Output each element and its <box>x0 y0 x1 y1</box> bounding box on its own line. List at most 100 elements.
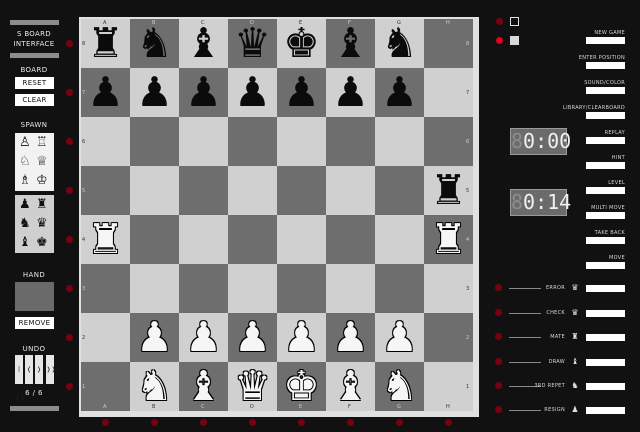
black-queen-icon[interactable]: ♛ <box>228 19 277 68</box>
undo-first-button[interactable]: |❬❬ <box>15 355 25 402</box>
square-b4[interactable] <box>130 215 179 264</box>
spawn-black-pawn-icon[interactable]: ♟ <box>19 198 31 211</box>
black-pawn-icon[interactable]: ♟ <box>81 68 130 117</box>
black-bishop-icon[interactable]: ♝ <box>326 19 375 68</box>
black-pawn-icon[interactable]: ♟ <box>375 68 424 117</box>
control-button-library-clearboard[interactable] <box>586 112 625 119</box>
white-pawn-icon[interactable]: ♟ <box>326 313 375 362</box>
spawn-white-queen-icon[interactable]: ♕ <box>36 155 48 168</box>
left-bottom-bar <box>10 406 59 411</box>
square-e3[interactable] <box>277 264 326 313</box>
rank-label-5: 5 <box>82 188 86 194</box>
square-b5[interactable] <box>130 166 179 215</box>
app-title-line2: INTERFACE <box>13 40 55 48</box>
square-e5[interactable] <box>277 166 326 215</box>
remove-button[interactable]: REMOVE <box>15 317 54 329</box>
event-label-check: CHECK <box>546 310 565 316</box>
black-pawn-icon[interactable]: ♟ <box>130 68 179 117</box>
file-label-h: H <box>446 404 450 410</box>
white-pawn-icon[interactable]: ♟ <box>277 313 326 362</box>
square-d5[interactable] <box>228 166 277 215</box>
spawn-white-knight-icon[interactable]: ♘ <box>19 155 31 168</box>
rank-led <box>66 138 73 145</box>
spawn-black-bishop-icon[interactable]: ♝ <box>19 236 31 249</box>
rank-label-6: 6 <box>82 139 86 145</box>
square-d3[interactable] <box>228 264 277 313</box>
white-rook-icon[interactable]: ♜ <box>81 215 130 264</box>
square-f3[interactable] <box>326 264 375 313</box>
square-a2[interactable] <box>81 313 130 362</box>
control-button-multi-move[interactable] <box>586 212 625 219</box>
square-e6[interactable] <box>277 117 326 166</box>
square-a5[interactable] <box>81 166 130 215</box>
control-button-move[interactable] <box>586 262 625 269</box>
spawn-white-bishop-icon[interactable]: ♗ <box>19 174 31 187</box>
event-icon-error: ♛ <box>571 283 579 292</box>
square-d4[interactable] <box>228 215 277 264</box>
control-button-replay[interactable] <box>586 137 625 144</box>
square-g6[interactable] <box>375 117 424 166</box>
black-pawn-icon[interactable]: ♟ <box>277 68 326 117</box>
black-king-icon[interactable]: ♚ <box>277 19 326 68</box>
spawn-black-knight-icon[interactable]: ♞ <box>19 217 31 230</box>
white-pawn-icon[interactable]: ♟ <box>375 313 424 362</box>
square-g4[interactable] <box>375 215 424 264</box>
square-c5[interactable] <box>179 166 228 215</box>
black-pawn-icon[interactable]: ♟ <box>228 68 277 117</box>
square-b6[interactable] <box>130 117 179 166</box>
square-a3[interactable] <box>81 264 130 313</box>
black-pawn-icon[interactable]: ♟ <box>326 68 375 117</box>
control-button-sound-color[interactable] <box>586 87 625 94</box>
white-pawn-icon[interactable]: ♟ <box>130 313 179 362</box>
control-button-hint[interactable] <box>586 162 625 169</box>
rank-led <box>66 187 73 194</box>
black-knight-icon[interactable]: ♞ <box>375 19 424 68</box>
undo-last-button[interactable]: ❭❭| <box>46 355 58 384</box>
black-rook-icon[interactable]: ♜ <box>81 19 130 68</box>
hand-section-label: HAND <box>22 271 46 279</box>
chess-board[interactable]: ♜ ♞ ♝ ♛ ♚ ♝ ♞ ♟ ♟ ♟ ♟ ♟ ♟ ♟ ♜ ♜ ♜ ♟ ♟ ♟ ♟ ♟ ♟ ♞ ♝ ♛ ♚ ♝ ♞ A A B B C C D D E E F… <box>79 17 479 417</box>
file-led <box>298 419 305 426</box>
spawn-black-king-icon[interactable]: ♚ <box>36 236 48 249</box>
square-c3[interactable] <box>179 264 228 313</box>
undo-back-button[interactable]: ❬ <box>25 355 33 384</box>
rank-label-1: 1 <box>466 384 470 390</box>
rank-label-2: 2 <box>466 335 470 341</box>
spawn-white-king-icon[interactable]: ♔ <box>36 174 48 187</box>
black-pawn-icon[interactable]: ♟ <box>179 68 228 117</box>
square-d6[interactable] <box>228 117 277 166</box>
black-knight-icon[interactable]: ♞ <box>130 19 179 68</box>
control-button-enter-position[interactable] <box>586 62 625 69</box>
square-f6[interactable] <box>326 117 375 166</box>
file-led <box>102 419 109 426</box>
reset-button[interactable]: RESET <box>15 77 54 89</box>
control-button-level[interactable] <box>586 187 625 194</box>
white-pawn-icon[interactable]: ♟ <box>228 313 277 362</box>
square-e4[interactable] <box>277 215 326 264</box>
square-f4[interactable] <box>326 215 375 264</box>
control-button-new-game[interactable] <box>586 37 625 44</box>
hand-slot[interactable] <box>15 282 54 311</box>
square-b3[interactable] <box>130 264 179 313</box>
spawn-black-rook-icon[interactable]: ♜ <box>36 198 48 211</box>
rank-label-8: 8 <box>82 41 86 47</box>
spawn-white-pawn-icon[interactable]: ♙ <box>19 136 31 149</box>
white-pawn-icon[interactable]: ♟ <box>179 313 228 362</box>
square-c4[interactable] <box>179 215 228 264</box>
board-section-label: BOARD <box>20 66 48 74</box>
control-button-take-back[interactable] <box>586 237 625 244</box>
spawn-black-palette[interactable]: ♟ ♜ ♞ ♛ ♝ ♚ <box>15 195 54 253</box>
clear-button[interactable]: CLEAR <box>15 94 54 106</box>
square-g3[interactable] <box>375 264 424 313</box>
spawn-black-queen-icon[interactable]: ♛ <box>36 217 48 230</box>
undo-counter: 6 / 6 <box>25 389 43 397</box>
black-bishop-icon[interactable]: ♝ <box>179 19 228 68</box>
square-f5[interactable] <box>326 166 375 215</box>
spawn-white-palette[interactable]: ♙ ♖ ♘ ♕ ♗ ♔ <box>15 133 54 191</box>
file-label-g: G <box>397 20 401 26</box>
square-c6[interactable] <box>179 117 228 166</box>
square-a6[interactable] <box>81 117 130 166</box>
undo-forward-button[interactable]: ❭ <box>35 355 43 384</box>
square-g5[interactable] <box>375 166 424 215</box>
spawn-white-rook-icon[interactable]: ♖ <box>36 136 48 149</box>
